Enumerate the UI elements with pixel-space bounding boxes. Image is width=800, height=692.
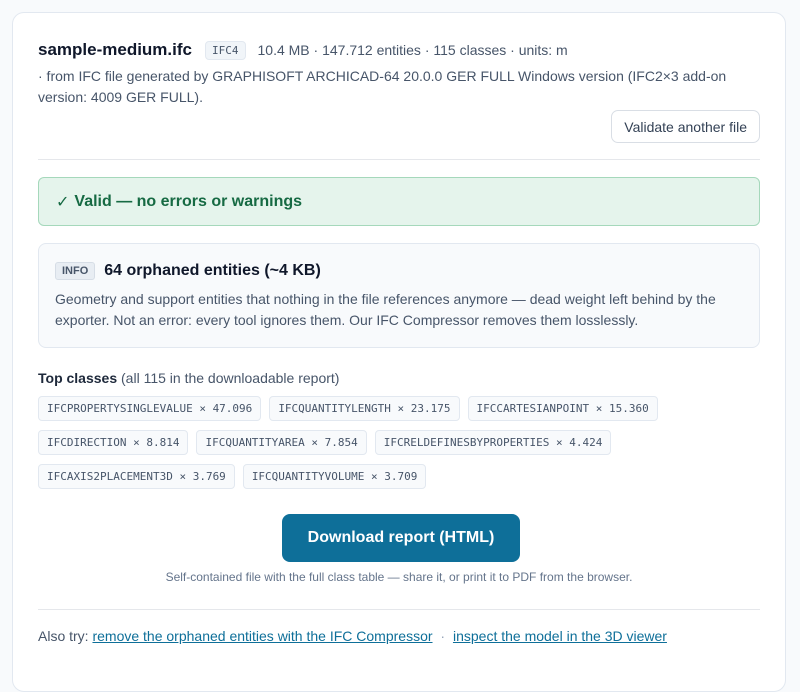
- divider: [38, 159, 760, 160]
- file-header: sample-medium.ifc IFC4 10.4 MB · 147.712…: [38, 40, 760, 60]
- validation-message: Valid — no errors or warnings: [74, 192, 303, 210]
- validation-status: ✓ Valid — no errors or warnings: [38, 177, 760, 226]
- class-chip: IFCDIRECTION × 8.814: [38, 430, 189, 455]
- 3d-viewer-link[interactable]: inspect the model in the 3D viewer: [453, 628, 667, 644]
- info-panel: INFO 64 orphaned entities (~4 KB) Geomet…: [38, 243, 760, 348]
- top-classes-note: (all 115 in the downloadable report): [121, 370, 340, 386]
- check-icon: ✓: [56, 193, 70, 211]
- validate-another-button[interactable]: Validate another file: [611, 110, 760, 143]
- class-chip: IFCRELDEFINESBYPROPERTIES × 4.424: [374, 430, 612, 455]
- download-report-button[interactable]: Download report (HTML): [282, 514, 520, 562]
- divider: [38, 609, 760, 610]
- file-meta: 10.4 MB · 147.712 entities · 115 classes…: [257, 42, 568, 58]
- info-body: Geometry and support entities that nothi…: [55, 291, 716, 328]
- class-chip: IFCCARTESIANPOINT × 15.360: [467, 396, 658, 421]
- class-chip: IFCPROPERTYSINGLEVALUE × 47.096: [38, 396, 262, 421]
- top-classes-label: Top classes: [38, 370, 118, 386]
- also-try: Also try: remove the orphaned entities w…: [38, 628, 667, 644]
- schema-badge: IFC4: [205, 40, 246, 60]
- ifc-compressor-link[interactable]: remove the orphaned entities with the IF…: [92, 628, 432, 644]
- result-card: sample-medium.ifc IFC4 10.4 MB · 147.712…: [12, 12, 786, 692]
- class-chip: IFCQUANTITYAREA × 7.854: [196, 430, 367, 455]
- class-chip: IFCQUANTITYLENGTH × 23.175: [269, 396, 460, 421]
- info-title: 64 orphaned entities (~4 KB): [104, 262, 321, 279]
- info-header: INFO 64 orphaned entities (~4 KB): [55, 262, 743, 280]
- class-chip: IFCQUANTITYVOLUME × 3.709: [242, 464, 427, 489]
- class-chip-list: IFCPROPERTYSINGLEVALUE × 47.096 IFCQUANT…: [38, 396, 760, 489]
- class-chip: IFCAXIS2PLACEMENT3D × 3.769: [38, 464, 235, 489]
- also-try-label: Also try:: [38, 628, 89, 644]
- top-classes-heading: Top classes (all 115 in the downloadable…: [38, 370, 339, 386]
- file-name: sample-medium.ifc: [38, 40, 192, 59]
- info-badge: INFO: [55, 262, 96, 280]
- file-origin: · from IFC file generated by GRAPHISOFT …: [38, 68, 727, 105]
- download-note: Self-contained file with the full class …: [165, 570, 633, 584]
- link-separator: ·: [440, 628, 446, 644]
